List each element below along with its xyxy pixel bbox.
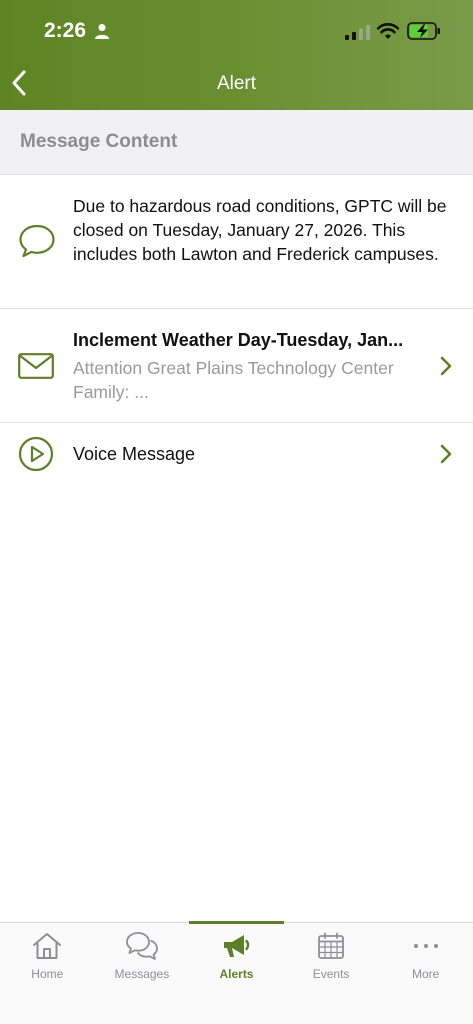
tab-more[interactable]: More bbox=[378, 923, 473, 993]
messages-icon bbox=[125, 932, 158, 960]
tab-alerts-label: Alerts bbox=[219, 967, 254, 981]
tab-events-label: Events bbox=[312, 967, 350, 981]
voice-message-row[interactable]: Voice Message bbox=[0, 423, 473, 485]
email-text: Inclement Weather Day-Tuesday, Jan... At… bbox=[73, 328, 433, 404]
voice-message-label: Voice Message bbox=[73, 444, 196, 464]
status-time: 2:26 bbox=[44, 19, 87, 42]
wifi-icon bbox=[377, 23, 399, 39]
tab-home[interactable]: Home bbox=[0, 923, 95, 993]
home-icon bbox=[33, 933, 62, 959]
email-preview: Attention Great Plains Technology Center… bbox=[73, 358, 394, 402]
email-message-row[interactable]: Inclement Weather Day-Tuesday, Jan... At… bbox=[0, 309, 473, 423]
status-bar: 2:26 bbox=[0, 0, 473, 62]
more-icon bbox=[413, 944, 438, 948]
email-title: Inclement Weather Day-Tuesday, Jan... bbox=[73, 330, 404, 350]
message-body: Due to hazardous road conditions, GPTC w… bbox=[73, 196, 447, 264]
play-circle-icon bbox=[18, 436, 54, 472]
chevron-right-icon bbox=[440, 356, 452, 376]
section-header: Message Content bbox=[0, 110, 473, 175]
calendar-icon bbox=[318, 932, 344, 959]
megaphone-icon bbox=[224, 935, 250, 957]
chevron-right-icon bbox=[440, 444, 452, 464]
tab-alerts[interactable]: Alerts bbox=[189, 923, 284, 993]
tab-more-label: More bbox=[412, 967, 440, 981]
section-title: Message Content bbox=[20, 131, 178, 152]
tab-bar: Home Messages Alerts Events More bbox=[0, 921, 473, 1024]
speech-bubble-icon bbox=[19, 224, 55, 258]
tab-events[interactable]: Events bbox=[284, 923, 379, 993]
tab-messages-label: Messages bbox=[114, 967, 170, 981]
battery-charging-icon bbox=[407, 22, 440, 40]
page-title: Alert bbox=[216, 73, 257, 94]
message-text-row: Due to hazardous road conditions, GPTC w… bbox=[0, 175, 473, 309]
header: 2:26 Alert bbox=[0, 0, 473, 110]
tab-home-label: Home bbox=[31, 967, 64, 981]
person-icon bbox=[95, 24, 109, 39]
cellular-signal-icon bbox=[345, 25, 370, 40]
tab-messages[interactable]: Messages bbox=[95, 923, 190, 993]
envelope-icon bbox=[18, 353, 54, 379]
